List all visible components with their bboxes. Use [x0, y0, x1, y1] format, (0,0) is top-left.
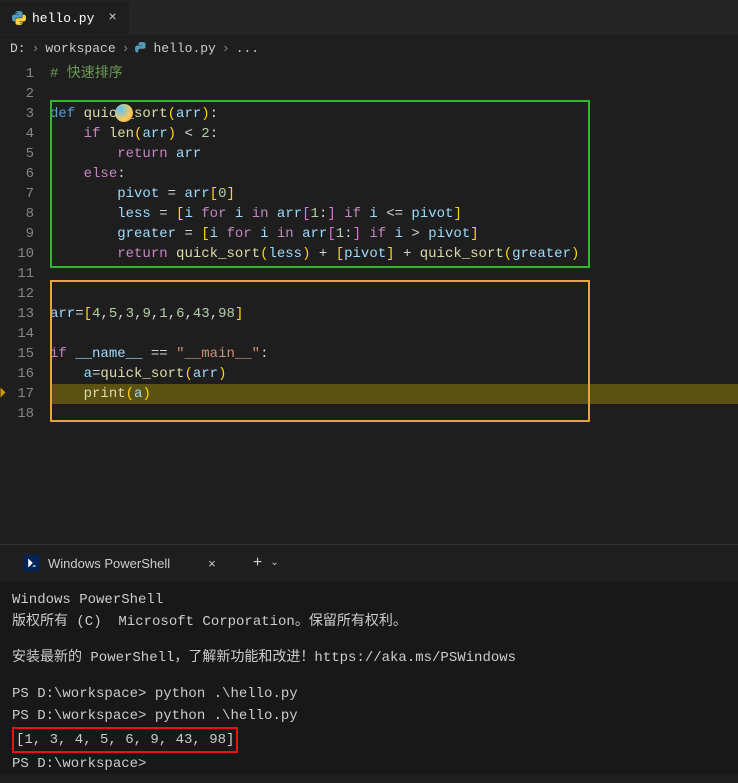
terminal-line: 安装最新的 PowerShell，了解新功能和改进！https://aka.ms…: [12, 647, 726, 669]
code-editor[interactable]: 123456789101112131415161718 # 快速排序def qu…: [0, 62, 738, 572]
line-number: 8: [0, 204, 34, 224]
breadcrumb-part[interactable]: D:: [10, 41, 26, 56]
terminal-line: [1, 3, 4, 5, 6, 9, 43, 98]: [12, 727, 726, 753]
code-line[interactable]: [50, 284, 738, 304]
line-number: 15: [0, 344, 34, 364]
terminal-line: [12, 633, 726, 647]
tab-bar: hello.py ×: [0, 0, 738, 35]
terminal-tab[interactable]: Windows PowerShell ×: [12, 547, 228, 579]
line-number: 18: [0, 404, 34, 424]
terminal-line: PS D:\workspace>: [12, 753, 726, 775]
tab-label: hello.py: [32, 11, 94, 26]
terminal-panel: Windows PowerShell × + ⌄ Windows PowerSh…: [0, 544, 738, 774]
terminal-line: [12, 669, 726, 683]
python-icon: [12, 11, 26, 25]
chevron-down-icon[interactable]: ⌄: [270, 557, 278, 569]
code-line[interactable]: def quick_sort(arr):: [50, 104, 738, 124]
line-number: 14: [0, 324, 34, 344]
terminal-line: PS D:\workspace> python .\hello.py: [12, 705, 726, 727]
code-line[interactable]: [50, 404, 738, 424]
breadcrumb[interactable]: D: › workspace › hello.py › ...: [0, 35, 738, 62]
code-line[interactable]: [50, 84, 738, 104]
line-number: 3: [0, 104, 34, 124]
line-number: 4: [0, 124, 34, 144]
code-line[interactable]: # 快速排序: [50, 64, 738, 84]
line-number: 13: [0, 304, 34, 324]
line-number: 12: [0, 284, 34, 304]
powershell-icon: [24, 555, 40, 571]
python-icon: [135, 42, 149, 56]
line-number: 9: [0, 224, 34, 244]
line-number: 16: [0, 364, 34, 384]
line-number: 6: [0, 164, 34, 184]
line-number: 10: [0, 244, 34, 264]
terminal-line: PS D:\workspace> python .\hello.py: [12, 683, 726, 705]
line-gutter: 123456789101112131415161718: [0, 62, 50, 572]
close-icon[interactable]: ×: [108, 10, 116, 26]
code-line[interactable]: if __name__ == "__main__":: [50, 344, 738, 364]
chevron-right-icon: ›: [220, 41, 232, 56]
annotation-box-red: [1, 3, 4, 5, 6, 9, 43, 98]: [12, 727, 238, 753]
breadcrumb-part[interactable]: hello.py: [153, 41, 215, 56]
line-number: 1: [0, 64, 34, 84]
code-line[interactable]: return arr: [50, 144, 738, 164]
code-line[interactable]: [50, 324, 738, 344]
terminal-output[interactable]: Windows PowerShell版权所有 (C) Microsoft Cor…: [0, 581, 738, 783]
terminal-line: 版权所有 (C) Microsoft Corporation。保留所有权利。: [12, 611, 726, 633]
code-line[interactable]: else:: [50, 164, 738, 184]
line-number: 2: [0, 84, 34, 104]
terminal-tab-label: Windows PowerShell: [48, 556, 170, 571]
chevron-right-icon: ›: [30, 41, 42, 56]
code-line[interactable]: arr=[4,5,3,9,1,6,43,98]: [50, 304, 738, 324]
code-line[interactable]: print(a): [50, 384, 738, 404]
line-number: 7: [0, 184, 34, 204]
code-area[interactable]: # 快速排序 def quick_sort(arr): if len(arr) <…: [50, 62, 738, 572]
terminal-line: Windows PowerShell: [12, 589, 726, 611]
code-line[interactable]: a=quick_sort(arr): [50, 364, 738, 384]
breadcrumb-part[interactable]: ...: [236, 41, 259, 56]
add-terminal-icon[interactable]: +: [253, 554, 263, 572]
code-line[interactable]: less = [i for i in arr[1:] if i <= pivot…: [50, 204, 738, 224]
breadcrumb-part[interactable]: workspace: [45, 41, 115, 56]
line-number: 11: [0, 264, 34, 284]
close-icon[interactable]: ×: [208, 556, 216, 571]
code-line[interactable]: pivot = arr[0]: [50, 184, 738, 204]
code-line[interactable]: return quick_sort(less) + [pivot] + quic…: [50, 244, 738, 264]
code-line[interactable]: if len(arr) < 2:: [50, 124, 738, 144]
code-line[interactable]: [50, 264, 738, 284]
code-line[interactable]: greater = [i for i in arr[1:] if i > piv…: [50, 224, 738, 244]
terminal-tab-bar: Windows PowerShell × + ⌄: [0, 545, 738, 581]
file-tab[interactable]: hello.py ×: [0, 1, 129, 34]
chevron-right-icon: ›: [120, 41, 132, 56]
line-number: 17: [0, 384, 34, 404]
line-number: 5: [0, 144, 34, 164]
